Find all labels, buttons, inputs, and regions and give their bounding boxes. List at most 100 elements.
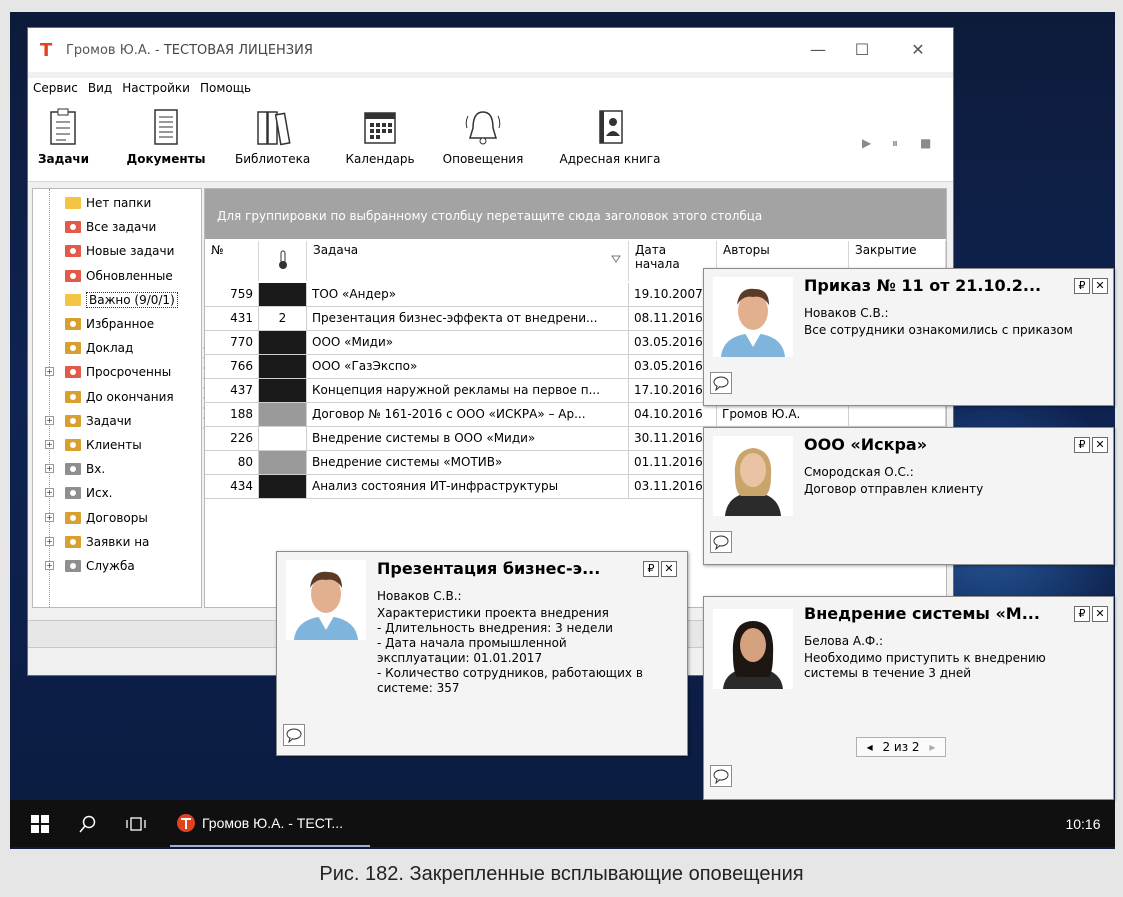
tree-item[interactable]: Исх. [65,481,113,505]
tree-item[interactable]: Важно (9/0/1) [65,288,178,312]
cell-task: Анализ состояния ИТ-инфраструктуры [307,475,629,499]
comment-button[interactable] [710,372,732,394]
folder-icon [65,197,81,209]
tool-calendar-label: Календарь [345,152,415,166]
title-bar[interactable]: Т Громов Ю.А. - ТЕСТОВАЯ ЛИЦЕНЗИЯ — ☐ ✕ [28,28,953,72]
tool-calendar[interactable]: Календарь [340,108,420,166]
avatar-man [286,560,366,640]
tool-library[interactable]: Библиотека [235,108,310,166]
comment-button[interactable] [710,765,732,787]
popup-close-button[interactable]: ✕ [661,561,677,577]
tree-item[interactable]: Заявки на [65,530,149,554]
tree-item[interactable]: Задачи [65,409,132,433]
tree-item[interactable]: Доклад [65,336,133,360]
tool-address-book[interactable]: Адресная книга [550,108,670,166]
cell-number: 759 [205,283,259,307]
pin-button[interactable]: ₽ [1074,606,1090,622]
popup-title: Презентация бизнес-э... [377,559,601,578]
tree-item-label: Важно (9/0/1) [86,291,178,308]
folder-icon [65,390,81,403]
column-header-task[interactable]: Задача [307,241,629,281]
expand-icon[interactable]: + [45,512,54,522]
expand-icon[interactable]: + [45,561,54,570]
table-row[interactable]: 188 Договор № 161-2016 с ООО «ИСКРА» – Ар… [205,403,946,427]
taskbar: Громов Ю.А. - ТЕСТ... 10:16 [10,800,1115,847]
taskbar-app-button[interactable]: Громов Ю.А. - ТЕСТ... [170,800,370,847]
start-button[interactable] [20,800,60,847]
pager-next-button[interactable]: ▸ [929,740,935,754]
cell-priority [259,403,307,427]
minimize-button[interactable]: — [804,38,832,62]
tool-documents[interactable]: Документы [121,108,211,166]
cell-task: Внедрение системы в ООО «Миди» [307,427,629,451]
tree-item[interactable]: Нет папки [65,191,151,215]
calendar-icon [364,112,396,144]
pager-prev-button[interactable]: ◂ [867,740,873,754]
cell-priority [259,475,307,499]
folder-icon [65,269,81,282]
tree-item-label: Заявки на [86,534,150,549]
menu-service[interactable]: Сервис [28,78,83,100]
tree-item[interactable]: Просроченны [65,360,171,384]
popup-close-button[interactable]: ✕ [1092,437,1108,453]
tool-notifications[interactable]: Оповещения [438,108,528,166]
tree-item[interactable]: Вх. [65,457,105,481]
pin-button[interactable]: ₽ [1074,437,1090,453]
sort-desc-icon [611,255,621,263]
cell-number: 770 [205,331,259,355]
tree-item[interactable]: До окончания [65,385,174,409]
search-button[interactable] [68,800,108,847]
task-view-button[interactable] [116,800,156,847]
clock[interactable]: 10:16 [1058,800,1108,847]
cell-task: Внедрение системы «МОТИВ» [307,451,629,475]
tree-item[interactable]: Обновленные [65,264,173,288]
column-header-priority[interactable] [259,241,307,281]
pause-icon[interactable]: ⏸ [892,136,898,151]
column-header-number[interactable]: № [205,241,259,281]
group-by-area[interactable]: Для группировки по выбранному столбцу пе… [205,189,946,239]
comment-button[interactable] [710,531,732,553]
pin-button[interactable]: ₽ [1074,278,1090,294]
comment-button[interactable] [283,724,305,746]
menu-help[interactable]: Помощь [195,78,256,100]
close-button[interactable]: ✕ [904,38,932,62]
figure: Т Громов Ю.А. - ТЕСТОВАЯ ЛИЦЕНЗИЯ — ☐ ✕ … [0,0,1123,897]
cell-number: 431 [205,307,259,331]
cell-start-date: 04.10.2016 [629,403,717,427]
tree-item[interactable]: Новые задачи [65,239,174,263]
menu-settings[interactable]: Настройки [117,78,195,100]
pin-button[interactable]: ₽ [643,561,659,577]
expand-icon[interactable]: + [45,440,54,449]
avatar-woman-blonde [713,436,793,516]
cell-priority [259,427,307,451]
menu-view[interactable]: Вид [83,78,117,100]
cell-priority [259,283,307,307]
task-view-icon [126,816,146,831]
expand-icon[interactable]: + [45,367,54,377]
tree-item[interactable]: Избранное [65,312,154,336]
tree-item[interactable]: Договоры [65,506,148,530]
popup-close-button[interactable]: ✕ [1092,278,1108,294]
maximize-button[interactable]: ☐ [848,38,876,62]
expand-icon[interactable]: + [45,488,54,498]
tree-item[interactable]: Все задачи [65,215,156,239]
popup-message: Необходимо приступить к внедрению систем… [804,651,1046,680]
cell-task: ТОО «Андер» [307,283,629,307]
play-icon[interactable]: ▶ [862,136,871,150]
popup-author: Новаков С.В.: [377,589,462,603]
tree-item[interactable]: Клиенты [65,433,142,457]
popup-pager: ◂ 2 из 2 ▸ [856,737,946,757]
stop-icon[interactable]: ■ [920,136,931,150]
folder-icon [65,535,81,548]
tree-item[interactable]: Служба [65,554,135,578]
taskbar-app-label: Громов Ю.А. - ТЕСТ... [202,814,344,831]
expand-icon[interactable]: + [45,464,54,474]
tool-tasks[interactable]: Задачи [38,108,89,166]
tree-item-label: Просроченны [86,365,172,380]
expand-icon[interactable]: + [45,536,54,546]
popup-close-button[interactable]: ✕ [1092,606,1108,622]
cell-number: 437 [205,379,259,403]
notification-popup-implementation: Внедрение системы «М... ₽ ✕ Белова А.Ф.:… [703,596,1114,800]
expand-icon[interactable]: + [45,415,54,425]
folder-icon [65,439,81,451]
